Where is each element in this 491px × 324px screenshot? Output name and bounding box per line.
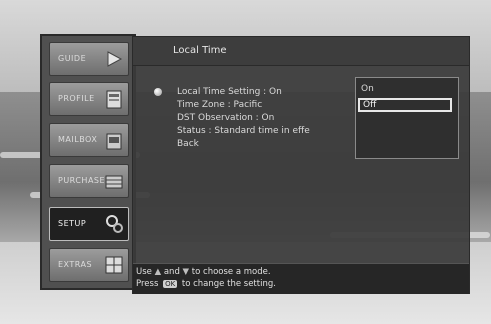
help-text: and [163, 267, 180, 277]
mailbox-icon [106, 133, 122, 150]
local-time-setting-dropdown: On Off [355, 77, 459, 159]
tab-guide[interactable]: GUIDE [49, 42, 129, 76]
option-off[interactable]: Off [358, 98, 452, 112]
local-time-panel: Local Time Local Time Setting : On Time … [132, 36, 470, 294]
tab-label: MAILBOX [58, 135, 98, 144]
menu-item-status: Status : Standard time in effe [177, 126, 310, 136]
main-menu-tabs: GUIDE PROFILE MAILBOX PURCHASES SETUP EX… [40, 34, 136, 290]
option-on[interactable]: On [361, 84, 374, 94]
help-text: Press [136, 279, 159, 289]
help-line-2: Press OK to change the setting. [136, 279, 276, 289]
up-arrow-icon: ▲ [154, 267, 162, 277]
tab-label: SETUP [58, 219, 87, 228]
help-line-1: Use ▲ and ▼ to choose a mode. [136, 267, 271, 277]
ok-key-icon: OK [163, 280, 178, 288]
tab-label: GUIDE [58, 54, 87, 63]
menu-item-time-zone[interactable]: Time Zone : Pacific [177, 100, 310, 113]
help-text: Use [136, 267, 152, 277]
tab-purchases[interactable]: PURCHASES [49, 164, 129, 198]
setup-gear-icon [106, 215, 123, 233]
title-bar: Local Time [133, 37, 469, 66]
menu-item-back[interactable]: Back [177, 139, 310, 152]
help-text: to choose a mode. [191, 267, 271, 277]
tab-setup[interactable]: SETUP [49, 207, 129, 241]
purchase-icon [105, 175, 123, 189]
tab-label: PURCHASES [58, 176, 111, 185]
help-text: to change the setting. [181, 279, 276, 289]
profile-card-icon [106, 90, 122, 109]
tab-label: EXTRAS [58, 260, 93, 269]
arrow-right-icon [107, 51, 123, 67]
menu-item-local-time-setting[interactable]: Local Time Setting : On [177, 87, 310, 100]
selection-bullet-icon [154, 88, 162, 96]
tab-label: PROFILE [58, 94, 95, 103]
tab-extras[interactable]: EXTRAS [49, 248, 129, 282]
extras-grid-icon [105, 256, 123, 274]
page-title: Local Time [173, 45, 227, 56]
help-bar: Use ▲ and ▼ to choose a mode. Press OK t… [133, 263, 469, 294]
tab-mailbox[interactable]: MAILBOX [49, 123, 129, 157]
down-arrow-icon: ▼ [182, 267, 190, 277]
settings-menu: Local Time Setting : On Time Zone : Paci… [177, 87, 310, 152]
menu-item-dst-observation[interactable]: DST Observation : On [177, 113, 310, 126]
tab-profile[interactable]: PROFILE [49, 82, 129, 116]
